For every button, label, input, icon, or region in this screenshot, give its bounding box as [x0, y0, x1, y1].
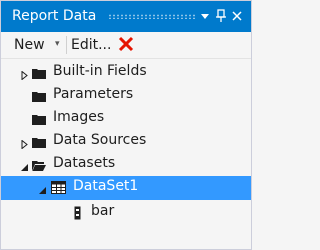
tree-item-label: Images: [53, 109, 105, 125]
edit-button[interactable]: Edit...: [71, 37, 111, 53]
new-button[interactable]: New: [14, 37, 45, 53]
toolbar-separator: [66, 36, 67, 54]
tree-item-label: bar: [91, 203, 115, 219]
panel-titlebar[interactable]: Report Data: [1, 1, 251, 32]
tree-item-dataset1[interactable]: DataSet1: [1, 176, 251, 200]
report-data-panel: Report Data New ▾ Edit... Built-in Field…: [0, 0, 252, 250]
collapse-arrow-icon[interactable]: [38, 183, 47, 194]
pin-icon[interactable]: [213, 7, 229, 25]
open-folder-icon: [32, 159, 46, 171]
panel-title: Report Data: [12, 8, 97, 24]
folder-icon: [32, 90, 46, 102]
tree-item-label: Data Sources: [53, 132, 147, 148]
folder-icon: [32, 67, 46, 79]
tree-item-label: Parameters: [53, 86, 134, 102]
expand-arrow-icon[interactable]: [20, 68, 29, 81]
collapse-arrow-icon[interactable]: [20, 160, 29, 171]
tree-item-label: DataSet1: [73, 178, 139, 194]
panel-toolbar: New ▾ Edit...: [1, 32, 251, 59]
tree-item-data-sources[interactable]: Data Sources: [1, 130, 251, 154]
table-icon: [51, 181, 66, 194]
field-icon: [74, 206, 81, 220]
tree-item-parameters[interactable]: Parameters: [1, 84, 251, 108]
tree-item-builtin-fields[interactable]: Built-in Fields: [1, 61, 251, 85]
folder-icon: [32, 113, 46, 125]
tree-item-label: Built-in Fields: [53, 63, 147, 79]
drag-grip[interactable]: [108, 14, 195, 19]
delete-icon[interactable]: [118, 36, 134, 52]
expand-arrow-icon[interactable]: [20, 137, 29, 150]
dropdown-triangle-icon[interactable]: [197, 7, 213, 25]
tree-item-label: Datasets: [53, 155, 116, 171]
tree-item-datasets[interactable]: Datasets: [1, 153, 251, 177]
chevron-down-icon[interactable]: ▾: [55, 39, 60, 49]
tree-item-images[interactable]: Images: [1, 107, 251, 131]
folder-icon: [32, 136, 46, 148]
tree-item-field-bar[interactable]: bar: [1, 201, 251, 225]
close-icon[interactable]: [229, 7, 245, 25]
